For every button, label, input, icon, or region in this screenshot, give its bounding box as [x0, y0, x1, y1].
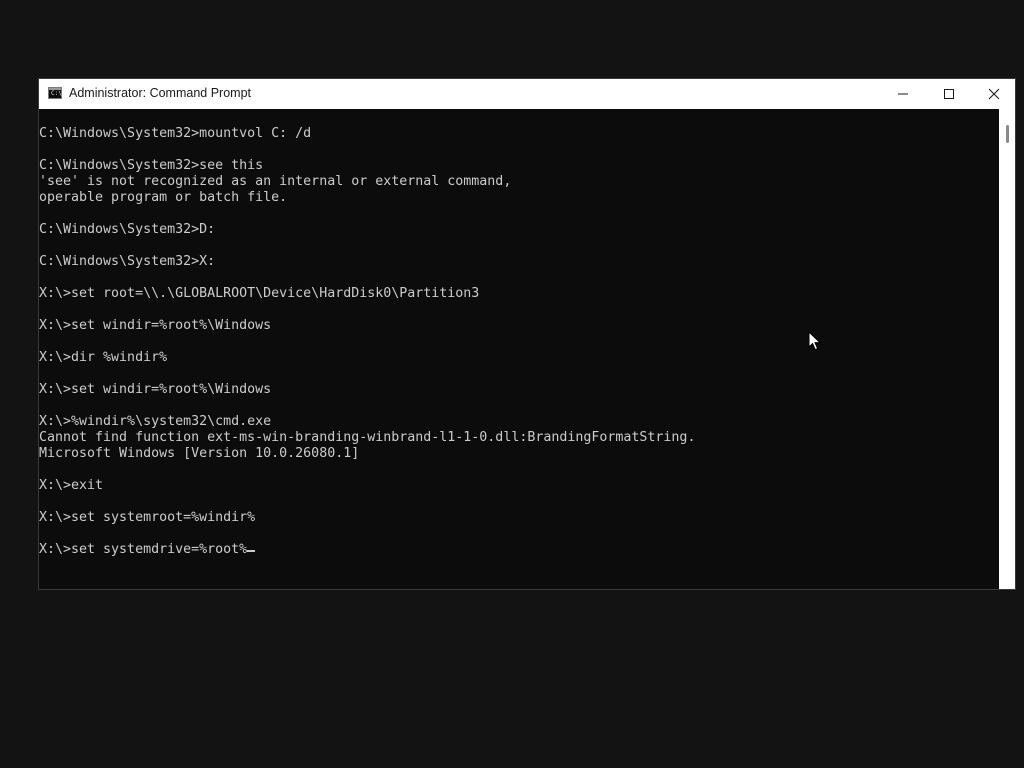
- console-line: X:\>set systemroot=%windir%: [39, 510, 256, 525]
- scrollbar-thumb[interactable]: [1006, 125, 1009, 143]
- console-output[interactable]: C:\Windows\System32>mountvol C: /d C:\Wi…: [39, 109, 999, 589]
- window-title: Administrator: Command Prompt: [69, 86, 252, 100]
- console-line: X:\>set root=\\.\GLOBALROOT\Device\HardD…: [39, 286, 480, 301]
- console-line: X:\>set windir=%root%\Windows: [39, 382, 272, 397]
- command-prompt-window[interactable]: C:\. Administrator: Command Prompt C:\Wi…: [38, 78, 1016, 590]
- console-line: C:\Windows\System32>mountvol C: /d: [39, 126, 312, 141]
- console-line: X:\>%windir%\system32\cmd.exe: [39, 414, 272, 429]
- console-line: operable program or batch file.: [39, 190, 288, 205]
- command-input-line[interactable]: X:\>set systemdrive=%root%: [39, 542, 695, 558]
- console-line: X:\>dir %windir%: [39, 350, 168, 365]
- console-line: C:\Windows\System32>D:: [39, 222, 216, 237]
- minimize-button[interactable]: [880, 79, 926, 109]
- text-cursor: [247, 550, 256, 552]
- close-button[interactable]: [971, 79, 1015, 109]
- console-lines: C:\Windows\System32>mountvol C: /d C:\Wi…: [39, 126, 695, 558]
- console-line: 'see' is not recognized as an internal o…: [39, 174, 512, 189]
- mouse-pointer-icon: [808, 331, 822, 351]
- close-icon: [988, 88, 1000, 100]
- vertical-scrollbar[interactable]: [999, 109, 1015, 589]
- console-line: X:\>set windir=%root%\Windows: [39, 318, 272, 333]
- cmd-icon-glyph: C:\.: [51, 90, 66, 97]
- console-line: C:\Windows\System32>see this: [39, 158, 264, 173]
- current-command[interactable]: X:\>set systemdrive=%root%: [39, 542, 247, 557]
- console-line: Microsoft Windows [Version 10.0.26080.1]: [39, 446, 360, 461]
- maximize-icon: [944, 89, 954, 99]
- cmd-icon: C:\.: [48, 87, 66, 99]
- desktop: C:\. Administrator: Command Prompt C:\Wi…: [0, 0, 1024, 768]
- console-line: Cannot find function ext-ms-win-branding…: [39, 430, 696, 445]
- console-line: X:\>exit: [39, 478, 104, 493]
- title-bar[interactable]: C:\. Administrator: Command Prompt: [39, 79, 1015, 109]
- minimize-icon: [898, 93, 908, 95]
- console-line: C:\Windows\System32>X:: [39, 254, 216, 269]
- maximize-button[interactable]: [926, 79, 972, 109]
